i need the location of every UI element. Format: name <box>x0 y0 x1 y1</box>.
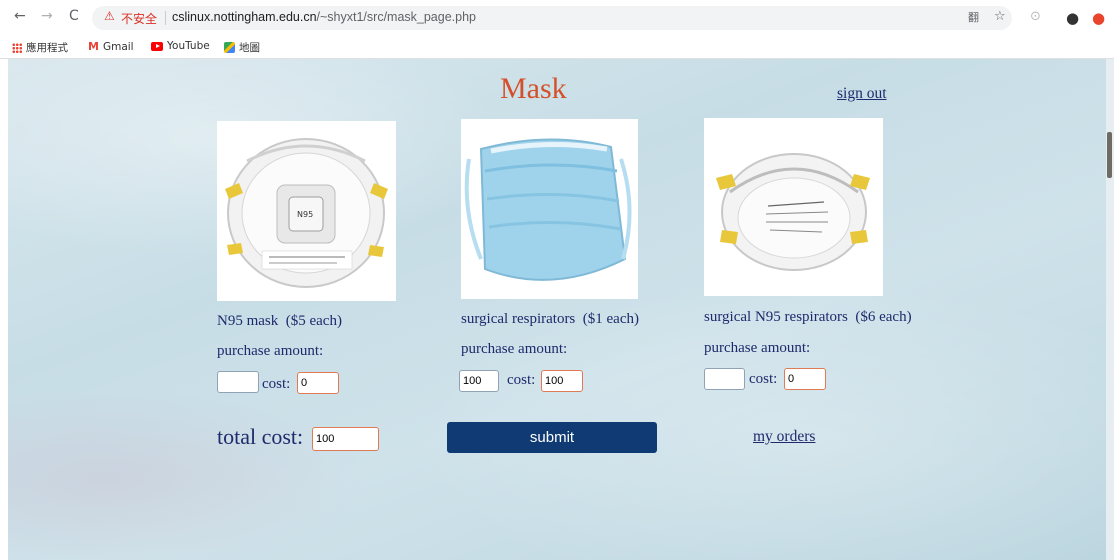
cost-label: cost: <box>507 372 536 388</box>
browser-toolbar: ← → C ⚠ 不安全 cslinux.nottingham.edu.cn/~s… <box>0 0 1114 36</box>
star-icon[interactable]: ☆ <box>994 9 1006 24</box>
surgical-n95-cost-field[interactable] <box>784 368 826 390</box>
apps-icon <box>12 42 22 53</box>
my-orders-link[interactable]: my orders <box>753 428 815 446</box>
total-cost-field[interactable] <box>312 427 379 451</box>
purchase-amount-label: purchase amount: <box>217 343 324 359</box>
url-path: /~shyxt1/src/mask_page.php <box>316 10 476 24</box>
extension-icon[interactable]: ⊙ <box>1030 9 1041 24</box>
bookmark-youtube[interactable]: YouTube <box>151 40 210 52</box>
bookmark-label: 應用程式 <box>26 42 68 54</box>
surgical-quantity-input[interactable] <box>459 370 499 392</box>
bookmark-label: Gmail <box>102 40 134 53</box>
purchase-amount-label: purchase amount: <box>704 340 811 356</box>
translate-icon[interactable]: 翻 <box>968 9 979 25</box>
product-name-surgical-n95: surgical N95 respirators ($6 each) <box>704 309 912 325</box>
url-host: cslinux.nottingham.edu.cn <box>172 10 317 24</box>
security-label[interactable]: 不安全 <box>121 10 157 27</box>
n95-mask-image: N95 <box>217 121 396 301</box>
total-cost-label: total cost: <box>217 424 304 449</box>
n95-cost-field[interactable] <box>297 372 339 394</box>
product-name-n95: N95 mask ($5 each) <box>217 313 342 329</box>
bookmark-label: 地圖 <box>239 42 260 54</box>
gmail-icon: M <box>88 40 99 53</box>
bookmark-gmail[interactable]: M Gmail <box>88 40 134 53</box>
surgical-n95-quantity-input[interactable] <box>704 368 745 390</box>
bookmark-label: YouTube <box>167 40 210 52</box>
youtube-icon <box>151 41 163 51</box>
submit-button[interactable]: submit <box>447 422 657 453</box>
surgical-mask-image <box>461 119 638 299</box>
cost-label: cost: <box>749 371 778 387</box>
n95-quantity-input[interactable] <box>217 371 259 393</box>
product-name-surgical: surgical respirators ($1 each) <box>461 311 639 327</box>
maps-icon <box>224 42 235 53</box>
bookmark-apps[interactable]: 應用程式 <box>12 40 68 55</box>
purchase-amount-label: purchase amount: <box>461 341 568 357</box>
surgical-n95-image <box>704 118 883 296</box>
scrollbar-thumb[interactable] <box>1107 132 1112 178</box>
page-title: Mask <box>500 72 567 105</box>
bookmark-maps[interactable]: 地圖 <box>224 40 260 55</box>
back-icon[interactable]: ← <box>14 8 26 24</box>
sign-out-link[interactable]: sign out <box>837 85 887 103</box>
warning-icon[interactable]: ⚠ <box>104 9 115 23</box>
surgical-cost-field[interactable] <box>541 370 583 392</box>
reload-icon[interactable]: C <box>69 8 79 24</box>
url-text[interactable]: cslinux.nottingham.edu.cn/~shyxt1/src/ma… <box>172 10 476 24</box>
forward-icon[interactable]: → <box>41 8 53 24</box>
opera-icon[interactable]: ● <box>1092 9 1105 27</box>
bookmarks-bar: 應用程式 M Gmail YouTube 地圖 <box>0 36 1114 59</box>
cost-label: cost: <box>262 376 291 392</box>
profile-icon[interactable]: ● <box>1066 9 1079 27</box>
address-divider <box>165 11 166 25</box>
svg-text:N95: N95 <box>297 210 313 219</box>
